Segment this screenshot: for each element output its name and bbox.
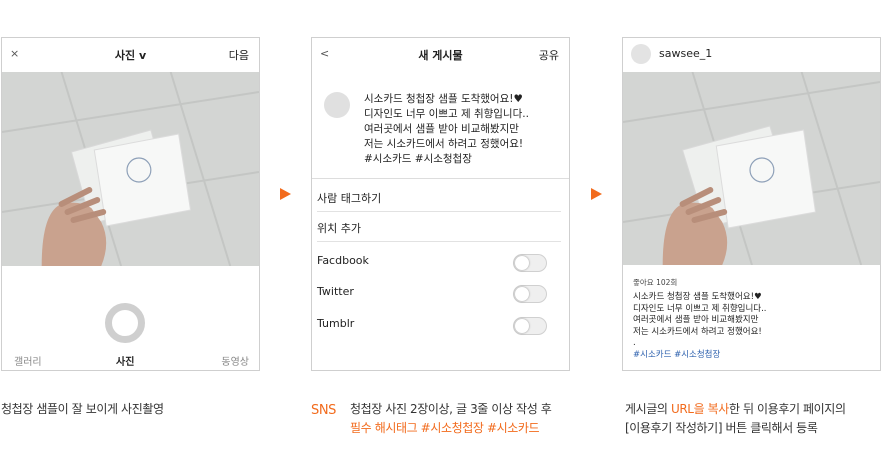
tab-gallery[interactable]: 갤러리 [14, 353, 42, 368]
copy-url-highlight: URL을 복사 [670, 402, 729, 416]
shutter-button[interactable] [105, 303, 145, 343]
step3-description: 게시글의 URL을 복사한 뒤 이용후기 페이지의 [이용후기 작성하기] 버튼… [625, 400, 846, 438]
share-target-label: Facdbook [317, 254, 369, 267]
caption-line: 저는 시소카드에서 하려고 정했어요! [633, 326, 762, 337]
like-count: 좋아요 102회 [633, 278, 678, 287]
tab-photo[interactable]: 사진 [116, 353, 134, 368]
step3-text: 한 뒤 이용후기 페이지의 [728, 402, 846, 416]
required-hashtags: 필수 해시태그 #시소청첩장 #시소카드 [350, 421, 540, 435]
caption-input[interactable]: 시소카드 청첩장 샘플 도착했어요!♥ 디자인도 너무 이쁘고 제 취향입니다.… [364, 92, 559, 167]
caption-line: 디자인도 너무 이쁘고 제 취향입니다.. [364, 108, 529, 120]
step3-text: 게시글의 [625, 402, 671, 416]
tab-video[interactable]: 동영상 [221, 353, 249, 368]
tumblr-toggle[interactable] [513, 317, 547, 335]
avatar [324, 92, 350, 118]
twitter-toggle[interactable] [513, 285, 547, 303]
post-caption: 시소카드 청첩장 샘플 도착했어요!♥ 디자인도 너무 이쁘고 제 취향입니다.… [633, 292, 873, 361]
share-facebook-row: Facdbook [317, 254, 551, 274]
caption-line: 저는 시소카드에서 하려고 정했어요! [364, 138, 524, 150]
sns-label: SNS [311, 403, 337, 418]
share-twitter-row: Twitter [317, 285, 551, 305]
caption-line: 시소카드 청첩장 샘플 도착했어요!♥ [364, 93, 523, 105]
sample-card-photo [623, 72, 880, 265]
arrow-right-icon [591, 188, 602, 200]
share-target-label: Twitter [317, 285, 354, 298]
camera-screen: × 사진 v 다음 갤러리 사진 동영상 [1, 37, 260, 371]
photo-source-dropdown[interactable]: 사진 v [2, 47, 259, 63]
caption-line: . [633, 338, 636, 348]
post-image [623, 72, 880, 265]
camera-preview-image [2, 72, 259, 266]
arrow-right-icon [280, 188, 291, 200]
tag-people-row[interactable]: 사람 태그하기 [317, 182, 561, 212]
caption-line: 시소카드 청첩장 샘플 도착했어요!♥ [633, 292, 762, 302]
share-button[interactable]: 공유 [539, 47, 559, 63]
step3-line: [이용후기 작성하기] 버튼 클릭해서 등록 [625, 421, 818, 435]
next-button[interactable]: 다음 [229, 47, 249, 63]
step3-line: 게시글의 URL을 복사한 뒤 이용후기 페이지의 [625, 400, 846, 419]
caption-hashtags: #시소카드 #시소청첩장 [364, 153, 472, 165]
caption-line: 디자인도 너무 이쁘고 제 취향입니다.. [633, 303, 767, 314]
sample-card-photo [2, 72, 259, 266]
page-title: 새 게시물 [418, 49, 463, 62]
close-icon[interactable]: × [10, 47, 19, 60]
share-target-label: Tumblr [317, 317, 355, 330]
new-post-screen: < 새 게시물 공유 시소카드 청첩장 샘플 도착했어요!♥ 디자인도 너무 이… [311, 37, 570, 371]
new-post-header: < 새 게시물 공유 [312, 38, 569, 71]
step2-line: 청첩장 사진 2장이상, 글 3줄 이상 작성 후 [350, 402, 552, 416]
caption-line: 여러곳에서 샘플 받아 비교해봤지만 [633, 315, 759, 325]
add-location-row[interactable]: 위치 추가 [317, 212, 561, 242]
caption-line: 여러곳에서 샘플 받아 비교해봤지만 [364, 123, 519, 135]
step1-description: 청첩장 샘플이 잘 보이게 사진촬영 [1, 402, 164, 416]
avatar[interactable] [631, 44, 651, 64]
step2-description: 청첩장 사진 2장이상, 글 3줄 이상 작성 후 필수 해시태그 #시소청첩장… [350, 400, 552, 438]
share-tumblr-row: Tumblr [317, 317, 551, 337]
facebook-toggle[interactable] [513, 254, 547, 272]
post-hashtags[interactable]: #시소카드 #시소청첩장 [633, 350, 873, 362]
back-icon[interactable]: < [320, 47, 329, 60]
camera-header: × 사진 v 다음 [2, 38, 259, 71]
published-post-screen: sawsee_1 좋아요 102회 시소카드 청첩장 샘플 도착했어요!♥ 디자… [622, 37, 881, 371]
post-header: sawsee_1 [623, 38, 880, 71]
username[interactable]: sawsee_1 [659, 47, 712, 60]
post-composer: 시소카드 청첩장 샘플 도착했어요!♥ 디자인도 너무 이쁘고 제 취향입니다.… [312, 82, 569, 179]
